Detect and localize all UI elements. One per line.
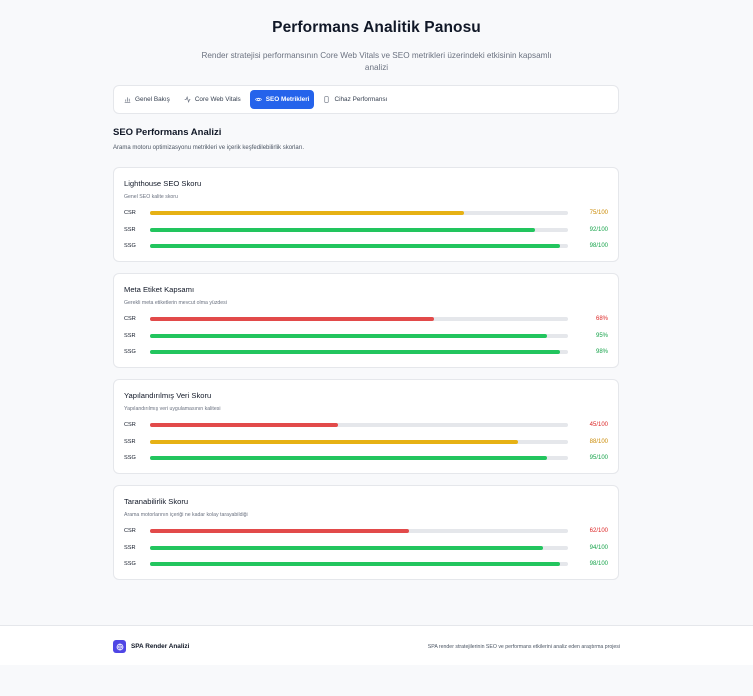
progress-track [150,422,568,428]
section-description: Arama motoru optimizasyonu metrikleri ve… [113,145,305,151]
score-value: 94/100 [589,545,608,551]
metric-row: CSR 75/100 [124,208,608,218]
metric-row: CSR 62/100 [124,526,608,536]
metric-card: Yapılandırılmış Veri Skoru Yapılandırılmı… [113,379,619,474]
progress-fill [150,210,464,216]
metric-row: SSR 92/100 [124,225,608,235]
score-value: 98% [595,349,608,355]
score-value: 62/100 [589,528,608,534]
strategy-label: SSG [124,455,136,461]
progress-track [150,333,568,339]
metric-cards: Lighthouse SEO Skoru Genel SEO kalite sko… [113,167,619,591]
progress-track [150,528,568,534]
tab-overview[interactable]: Genel Bakış [119,90,175,109]
metric-row: SSG 98/100 [124,241,608,251]
progress-track [150,243,568,249]
page-header: Performans Analitik Panosu Render strate… [0,0,753,74]
metric-row: SSG 98% [124,347,608,357]
card-description: Arama motorlarının içeriği ne kadar kola… [124,512,248,518]
tab-bar: Genel Bakış Core Web Vitals SEO Metrikle… [113,85,619,114]
progress-fill [150,528,410,534]
score-value: 75/100 [589,210,608,216]
strategy-label: SSR [124,545,136,551]
progress-fill [150,243,560,249]
progress-fill [150,561,560,567]
progress-track [150,439,568,445]
score-value: 92/100 [589,227,608,233]
activity-icon [184,96,191,103]
app-logo [113,640,126,653]
progress-track [150,561,568,567]
metric-card: Lighthouse SEO Skoru Genel SEO kalite sko… [113,167,619,262]
strategy-label: SSG [124,243,136,249]
strategy-label: CSR [124,422,136,428]
progress-track [150,210,568,216]
card-title: Lighthouse SEO Skoru [124,179,202,188]
score-value: 45/100 [589,422,608,428]
progress-fill [150,227,535,233]
card-title: Meta Etiket Kapsamı [124,285,195,294]
progress-fill [150,333,548,339]
score-value: 98/100 [589,243,608,249]
metric-row: SSR 94/100 [124,543,608,553]
progress-track [150,545,568,551]
strategy-label: CSR [124,316,136,322]
score-value: 88/100 [589,439,608,445]
bar-chart-icon [124,97,131,103]
card-description: Genel SEO kalite skoru [124,194,178,200]
page-title: Performans Analitik Panosu [272,19,481,36]
tab-device-performance[interactable]: Cihaz Performansı [318,90,392,109]
strategy-label: CSR [124,210,136,216]
metric-card: Taranabilirlik Skoru Arama motorlarının i… [113,485,619,580]
strategy-label: SSR [124,227,136,233]
metric-card: Meta Etiket Kapsamı Gerekli meta etiketle… [113,273,619,368]
score-value: 98/100 [589,561,608,567]
metric-row: CSR 45/100 [124,420,608,430]
metric-row: CSR 68% [124,314,608,324]
tab-label: Core Web Vitals [194,96,241,103]
card-title: Yapılandırılmış Veri Skoru [124,391,212,400]
strategy-label: SSR [124,439,136,445]
card-description: Yapılandırılmış veri uygulamasının kalit… [124,406,221,412]
tab-label: Genel Bakış [135,96,170,103]
progress-track [150,227,568,233]
tab-seo-metrics[interactable]: SEO Metrikleri [249,90,315,109]
strategy-label: SSR [124,333,136,339]
section-title: SEO Performans Analizi [113,127,222,138]
globe-icon [116,643,123,650]
score-value: 68% [595,316,608,322]
footer: SPA Render Analizi SPA render stratejile… [0,625,753,665]
metric-row: SSG 98/100 [124,559,608,569]
progress-fill [150,545,543,551]
strategy-label: SSG [124,349,136,355]
metric-row: SSR 95% [124,331,608,341]
progress-fill [150,422,339,428]
footer-note: SPA render stratejilerinin SEO ve perfor… [427,644,620,650]
progress-track [150,349,568,355]
tab-core-web-vitals[interactable]: Core Web Vitals [179,90,246,109]
eye-icon [254,97,262,102]
tab-label: SEO Metrikleri [265,96,310,103]
score-value: 95/100 [589,455,608,461]
footer-app-name: SPA Render Analizi [131,643,190,650]
smartphone-icon [324,96,330,103]
card-title: Taranabilirlik Skoru [124,497,189,506]
metric-row: SSG 95/100 [124,453,608,463]
metric-row: SSR 88/100 [124,437,608,447]
strategy-label: SSG [124,561,136,567]
progress-track [150,455,568,461]
progress-fill [150,439,518,445]
progress-fill [150,455,548,461]
progress-fill [150,349,560,355]
strategy-label: CSR [124,528,136,534]
progress-fill [150,316,435,322]
tab-label: Cihaz Performansı [334,96,388,103]
score-value: 95% [595,333,608,339]
progress-track [150,316,568,322]
card-description: Gerekli meta etiketlerin mevcut olma yüz… [124,300,227,306]
page-subtitle: Render stratejisi performansının Core We… [201,51,552,72]
